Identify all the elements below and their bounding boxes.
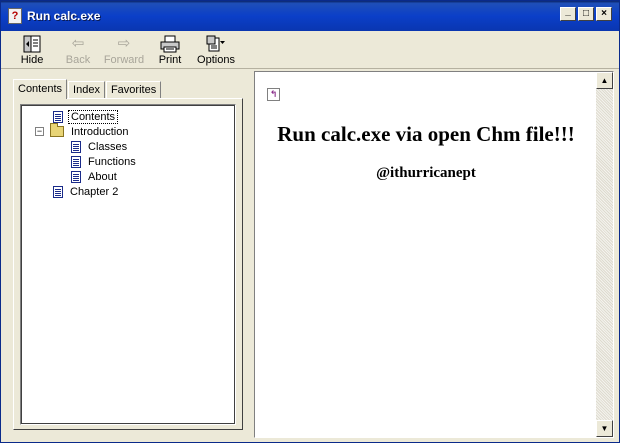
contents-tree[interactable]: Contents − Introduction Classes Function… [20,104,236,425]
tree-item-functions[interactable]: Functions [71,154,138,169]
scroll-down-button[interactable]: ▼ [596,420,613,437]
options-icon [205,35,227,53]
tab-favorites[interactable]: Favorites [105,81,162,99]
tab-index[interactable]: Index [68,81,105,99]
page-icon [71,155,81,168]
back-arrow-icon: ⇦ [71,35,85,52]
tree-item-chapter-2[interactable]: Chapter 2 [53,184,120,199]
hide-button[interactable]: Hide [9,31,55,69]
print-button[interactable]: Print [147,31,193,69]
navigation-pane: Contents Index Favorites Contents − Intr… [7,73,250,438]
folder-open-icon [50,123,64,137]
tree-item-contents[interactable]: Contents [53,109,119,124]
tree-item-introduction[interactable]: − Introduction [35,123,130,139]
topic-subheading: @ithurricanept [376,165,476,181]
page-icon [53,110,63,123]
toolbar: Hide ⇦ Back ⇨ Forward Print Options [1,31,619,69]
page-icon [71,170,81,183]
help-window: ? Run calc.exe _ □ × Hide ⇦ Back ⇨ Forwa… [0,0,620,443]
nav-tabs: Contents Index Favorites [13,79,162,99]
title-bar[interactable]: ? Run calc.exe _ □ × [1,1,619,31]
forward-button[interactable]: ⇨ Forward [101,31,147,69]
back-button[interactable]: ⇦ Back [55,31,101,69]
maximize-button[interactable]: □ [578,7,594,21]
options-button-label: Options [197,54,235,66]
hide-button-label: Hide [20,54,44,66]
tree-item-classes[interactable]: Classes [71,139,129,154]
scroll-up-button[interactable]: ▲ [596,72,613,89]
minimize-button[interactable]: _ [560,7,576,21]
window-controls: _ □ × [560,7,612,21]
help-app-icon: ? [8,8,22,24]
topic-heading: Run calc.exe via open Chm file!!! [277,122,575,146]
page-icon [53,185,63,198]
printer-icon [159,35,181,53]
collapse-toggle[interactable]: − [35,127,44,136]
vertical-scrollbar[interactable]: ▲ ▼ [596,72,613,437]
topic-pane: ↰ Run calc.exe via open Chm file!!! @ith… [254,71,614,438]
options-button[interactable]: Options [193,31,239,69]
back-button-label: Back [65,54,91,66]
close-button[interactable]: × [596,7,612,21]
tree-item-label: Functions [88,155,136,168]
tree-item-about[interactable]: About [71,169,119,184]
hide-icon [21,35,43,53]
tree-item-label: Chapter 2 [70,185,119,198]
contents-tab-panel: Contents − Introduction Classes Function… [13,98,243,430]
forward-button-label: Forward [103,54,145,66]
print-button-label: Print [158,54,182,66]
topic-content: ↰ Run calc.exe via open Chm file!!! @ith… [255,72,597,437]
tree-item-label: Classes [88,140,128,153]
window-title: Run calc.exe [27,9,101,23]
embedded-image-icon[interactable]: ↰ [267,88,280,101]
page-icon [71,140,81,153]
tree-item-label: About [88,170,117,183]
tab-contents[interactable]: Contents [13,79,68,99]
tree-item-label: Contents [68,109,119,124]
tree-item-label: Introduction [71,125,129,138]
forward-arrow-icon: ⇨ [117,35,131,52]
